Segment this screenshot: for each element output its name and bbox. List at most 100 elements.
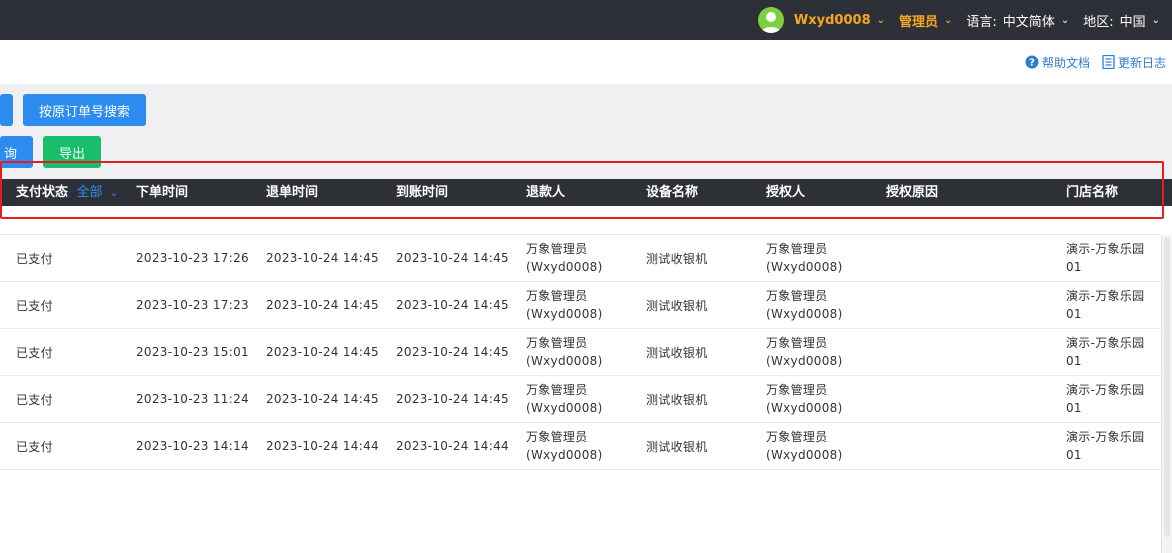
language-value: 中文简体 <box>1002 14 1055 30</box>
language-label: 语言: <box>966 14 997 30</box>
table-empty-gap <box>0 206 1161 235</box>
column-store-name: 门店名称 <box>1066 185 1119 200</box>
store-name-line2: 01 <box>1066 260 1082 274</box>
store-name-line1: 演示-万象乐园 <box>1066 289 1145 303</box>
authorizer-name: 万象管理员 <box>766 289 828 303</box>
cell-refund-time: 2023-10-24 14:44 <box>266 439 379 453</box>
user-menu[interactable]: Wxyd0008 ⌄ <box>794 13 885 28</box>
cell-device: 测试收银机 <box>646 345 708 360</box>
refunder-id: (Wxyd0008) <box>526 448 603 462</box>
search-by-original-order-button[interactable]: 按原订单号搜索 <box>23 94 146 126</box>
column-pay-status[interactable]: 支付状态 全部 ⌄ <box>16 179 118 206</box>
document-icon <box>1102 55 1115 69</box>
chevron-down-icon: ⌄ <box>876 14 885 26</box>
pay-status-filter[interactable]: 全部 ⌄ <box>77 185 119 200</box>
column-order-time: 下单时间 <box>136 185 189 200</box>
cell-store: 演示-万象乐园 01 <box>1066 376 1144 422</box>
cell-arrival-time: 2023-10-24 14:45 <box>396 345 509 359</box>
help-docs-label: 帮助文档 <box>1041 55 1090 70</box>
query-button[interactable]: 询 <box>0 136 33 168</box>
authorizer-id: (Wxyd0008) <box>766 448 843 462</box>
column-arrival-time: 到账时间 <box>396 185 449 200</box>
authorizer-name: 万象管理员 <box>766 336 828 350</box>
cell-authorizer: 万象管理员 (Wxyd0008) <box>766 282 843 328</box>
scrollbar-thumb[interactable] <box>1164 237 1170 537</box>
table-row[interactable]: 已支付 2023-10-23 17:26 2023-10-24 14:45 20… <box>0 235 1161 282</box>
top-navbar: Wxyd0008 ⌄ 管理员 ⌄ 语言: 中文简体 ⌄ 地区: 中国 ⌄ <box>0 0 1172 40</box>
vertical-scrollbar[interactable] <box>1161 235 1172 553</box>
cell-arrival-time: 2023-10-24 14:45 <box>396 392 509 406</box>
cell-order-time: 2023-10-23 17:23 <box>136 298 249 312</box>
column-authorizer: 授权人 <box>766 185 806 200</box>
region-value: 中国 <box>1119 14 1146 30</box>
refunder-name: 万象管理员 <box>526 289 588 303</box>
store-name-line2: 01 <box>1066 307 1082 321</box>
authorizer-id: (Wxyd0008) <box>766 260 843 274</box>
column-refunder: 退款人 <box>526 185 566 200</box>
changelog-link[interactable]: 更新日志 <box>1102 54 1166 71</box>
chevron-down-icon: ⌄ <box>944 14 953 26</box>
cell-refunder: 万象管理员 (Wxyd0008) <box>526 329 603 375</box>
export-button[interactable]: 导出 <box>43 136 101 168</box>
cell-refund-time: 2023-10-24 14:45 <box>266 345 379 359</box>
cell-order-time: 2023-10-23 15:01 <box>136 345 249 359</box>
authorizer-name: 万象管理员 <box>766 383 828 397</box>
cell-refunder: 万象管理员 (Wxyd0008) <box>526 282 603 328</box>
region-label: 地区: <box>1083 14 1114 30</box>
changelog-label: 更新日志 <box>1117 55 1166 70</box>
role-menu[interactable]: 管理员 ⌄ <box>899 11 952 30</box>
authorizer-id: (Wxyd0008) <box>766 354 843 368</box>
svg-text:?: ? <box>1029 58 1035 69</box>
cell-authorizer: 万象管理员 (Wxyd0008) <box>766 329 843 375</box>
table-row[interactable]: 已支付 2023-10-23 11:24 2023-10-24 14:45 20… <box>0 376 1161 423</box>
cell-order-time: 2023-10-23 14:14 <box>136 439 249 453</box>
cell-status: 已支付 <box>16 298 53 313</box>
refunder-id: (Wxyd0008) <box>526 401 603 415</box>
cell-store: 演示-万象乐园 01 <box>1066 329 1144 375</box>
cell-authorizer: 万象管理员 (Wxyd0008) <box>766 423 843 469</box>
column-device-name: 设备名称 <box>646 185 699 200</box>
column-pay-status-label: 支付状态 <box>16 185 69 200</box>
cell-store: 演示-万象乐园 01 <box>1066 235 1144 281</box>
chevron-down-icon: ⌄ <box>109 188 119 199</box>
search-button-partial[interactable] <box>0 94 13 126</box>
user-avatar-icon[interactable] <box>757 7 784 33</box>
cell-device: 测试收银机 <box>646 392 708 407</box>
cell-authorizer: 万象管理员 (Wxyd0008) <box>766 235 843 281</box>
refunder-id: (Wxyd0008) <box>526 260 603 274</box>
table-row[interactable]: 已支付 2023-10-23 15:01 2023-10-24 14:45 20… <box>0 329 1161 376</box>
refunder-name: 万象管理员 <box>526 242 588 256</box>
refunder-name: 万象管理员 <box>526 383 588 397</box>
refunder-id: (Wxyd0008) <box>526 307 603 321</box>
store-name-line2: 01 <box>1066 448 1082 462</box>
chevron-down-icon: ⌄ <box>1151 14 1160 26</box>
username: Wxyd0008 <box>793 12 871 28</box>
cell-store: 演示-万象乐园 01 <box>1066 423 1144 469</box>
language-menu[interactable]: 语言: 中文简体 ⌄ <box>966 11 1069 30</box>
authorizer-id: (Wxyd0008) <box>766 307 843 321</box>
refunder-name: 万象管理员 <box>526 430 588 444</box>
help-docs-link[interactable]: ? 帮助文档 <box>1025 54 1090 71</box>
cell-status: 已支付 <box>16 392 53 407</box>
table-body: 已支付 2023-10-23 17:26 2023-10-24 14:45 20… <box>0 235 1161 470</box>
cell-refund-time: 2023-10-24 14:45 <box>266 392 379 406</box>
cell-status: 已支付 <box>16 439 53 454</box>
store-name-line2: 01 <box>1066 401 1082 415</box>
cell-status: 已支付 <box>16 345 53 360</box>
column-auth-reason: 授权原因 <box>886 185 939 200</box>
cell-device: 测试收银机 <box>646 439 708 454</box>
cell-arrival-time: 2023-10-24 14:44 <box>396 439 509 453</box>
cell-arrival-time: 2023-10-24 14:45 <box>396 251 509 265</box>
cell-refunder: 万象管理员 (Wxyd0008) <box>526 423 603 469</box>
region-menu[interactable]: 地区: 中国 ⌄ <box>1083 11 1160 30</box>
toolbar-area: 按原订单号搜索 询 导出 <box>0 84 1172 179</box>
role-label: 管理员 <box>899 14 939 30</box>
table-row[interactable]: 已支付 2023-10-23 14:14 2023-10-24 14:44 20… <box>0 423 1161 470</box>
cell-order-time: 2023-10-23 11:24 <box>136 392 249 406</box>
cell-status: 已支付 <box>16 251 53 266</box>
store-name-line1: 演示-万象乐园 <box>1066 383 1145 397</box>
table-row[interactable]: 已支付 2023-10-23 17:23 2023-10-24 14:45 20… <box>0 282 1161 329</box>
authorizer-name: 万象管理员 <box>766 430 828 444</box>
refunder-name: 万象管理员 <box>526 336 588 350</box>
store-name-line1: 演示-万象乐园 <box>1066 430 1145 444</box>
